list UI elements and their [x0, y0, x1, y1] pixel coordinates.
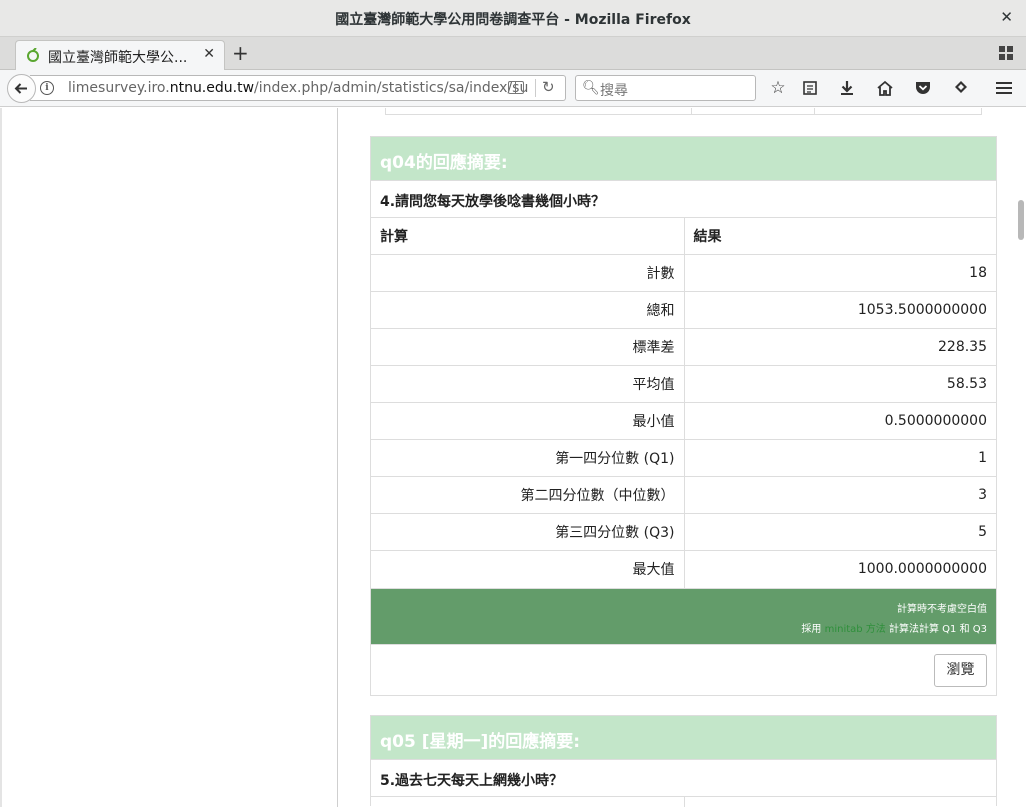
- stat-value: 3: [684, 476, 996, 514]
- library-icon[interactable]: [799, 77, 821, 99]
- stat-value: 58.53: [684, 365, 996, 403]
- stat-label: 總和: [371, 291, 685, 329]
- page-scrollbar[interactable]: [1018, 200, 1024, 240]
- window-titlebar: 國立臺灣師範大學公用問卷調查平台 - Mozilla Firefox ✕: [0, 0, 1026, 37]
- question-text: 5.過去七天每天上網幾小時？: [371, 759, 996, 796]
- search-icon: 🔍︎: [582, 80, 600, 96]
- menu-icon[interactable]: [993, 77, 1015, 99]
- url-separator: [535, 79, 536, 97]
- table-row: 第一四分位數 (Q1) 1: [371, 439, 996, 477]
- search-bar[interactable]: 🔍︎ 搜尋: [575, 75, 756, 101]
- stats-table: 計算 結果 計數 18 總和 1053.5000000000 標準差 228.35 平…: [371, 217, 996, 588]
- left-sidebar: [0, 108, 338, 807]
- stat-value: 5: [684, 513, 996, 551]
- stat-value: 228.35: [684, 328, 996, 366]
- question-text: 4.請問您每天放學後唸書幾個小時？: [371, 180, 996, 217]
- stat-value: 0.5000000000: [684, 402, 996, 440]
- page-info-icon[interactable]: i: [40, 81, 54, 95]
- tab-close-icon[interactable]: ✕: [203, 46, 215, 62]
- back-arrow-icon: [14, 83, 27, 94]
- stats-footnote: 計算時不考慮空白值 採用 minitab 方法 計算法計算 Q1 和 Q3: [371, 587, 996, 644]
- table-row: 最大值 1000.0000000000: [371, 550, 996, 588]
- reload-icon[interactable]: ↻: [542, 78, 555, 96]
- new-tab-icon[interactable]: +: [232, 42, 249, 64]
- stat-label: 第二四分位數（中位數）: [371, 476, 685, 514]
- browse-row: 瀏覽: [371, 643, 996, 695]
- panel-header: q04的回應摘要:: [371, 137, 996, 180]
- table-row: 平均值 58.53: [371, 365, 996, 403]
- stat-value: 1053.5000000000: [684, 291, 996, 329]
- page-viewport: q04的回應摘要: 4.請問您每天放學後唸書幾個小時？ 計算 結果 計數 18 總…: [0, 108, 1026, 807]
- download-icon[interactable]: [836, 77, 858, 99]
- stat-label: 最大值: [371, 550, 685, 588]
- stat-label: 第三四分位數 (Q3): [371, 513, 685, 551]
- tab-strip: 國立臺灣師範大學公... ✕: [0, 37, 1026, 71]
- tab-label: 國立臺灣師範大學公...: [48, 50, 188, 66]
- url-text[interactable]: limesurvey.iro.ntnu.edu.tw/index.php/adm…: [68, 80, 528, 96]
- window-title: 國立臺灣師範大學公用問卷調查平台 - Mozilla Firefox: [335, 12, 691, 28]
- summary-panel-q04: q04的回應摘要: 4.請問您每天放學後唸書幾個小時？ 計算 結果 計數 18 總…: [370, 136, 997, 696]
- table-row: 標準差 228.35: [371, 328, 996, 366]
- sync-icon[interactable]: [950, 77, 972, 99]
- table-row: 計數 18: [371, 254, 996, 292]
- tab-list-icon[interactable]: [999, 46, 1014, 61]
- previous-table-stub: [385, 108, 982, 115]
- minitab-link[interactable]: minitab 方法: [825, 624, 886, 635]
- pocket-icon[interactable]: [912, 77, 934, 99]
- stat-value: 1000.0000000000: [684, 550, 996, 588]
- url-bar[interactable]: i limesurvey.iro.ntnu.edu.tw/index.php/a…: [30, 75, 566, 101]
- search-placeholder: 搜尋: [600, 83, 628, 99]
- left-edge: [0, 108, 2, 807]
- column-header-calc: 計算: [371, 217, 685, 255]
- limesurvey-favicon-icon: [27, 48, 39, 62]
- footnote-quartile-method: 採用 minitab 方法 計算法計算 Q1 和 Q3: [801, 623, 987, 635]
- reader-view-icon[interactable]: [508, 81, 524, 94]
- summary-panel-q05: q05 [星期一]的回應摘要: 5.過去七天每天上網幾小時？: [370, 715, 997, 807]
- stat-value: 18: [684, 254, 996, 292]
- nav-bar: i limesurvey.iro.ntnu.edu.tw/index.php/a…: [0, 70, 1026, 107]
- panel-header: q05 [星期一]的回應摘要:: [371, 716, 996, 759]
- back-button[interactable]: [7, 74, 36, 103]
- footnote-blank-values: 計算時不考慮空白值: [897, 603, 987, 615]
- stat-label: 第一四分位數 (Q1): [371, 439, 685, 477]
- stat-value: 1: [684, 439, 996, 477]
- column-header-result: 結果: [684, 217, 996, 255]
- stat-label: 計數: [371, 254, 685, 292]
- tab-active[interactable]: 國立臺灣師範大學公... ✕: [15, 40, 225, 71]
- table-row: 第二四分位數（中位數） 3: [371, 476, 996, 514]
- stat-label: 標準差: [371, 328, 685, 366]
- window-close-icon[interactable]: ✕: [1000, 8, 1013, 26]
- table-stub: [371, 796, 996, 807]
- table-row: 總和 1053.5000000000: [371, 291, 996, 329]
- table-row: 第三四分位數 (Q3) 5: [371, 513, 996, 551]
- table-row: 最小值 0.5000000000: [371, 402, 996, 440]
- home-icon[interactable]: [874, 77, 896, 99]
- browse-button[interactable]: 瀏覽: [934, 653, 987, 687]
- stat-label: 最小值: [371, 402, 685, 440]
- star-icon[interactable]: ☆: [767, 77, 789, 99]
- table-header-row: 計算 結果: [371, 217, 996, 255]
- stat-label: 平均值: [371, 365, 685, 403]
